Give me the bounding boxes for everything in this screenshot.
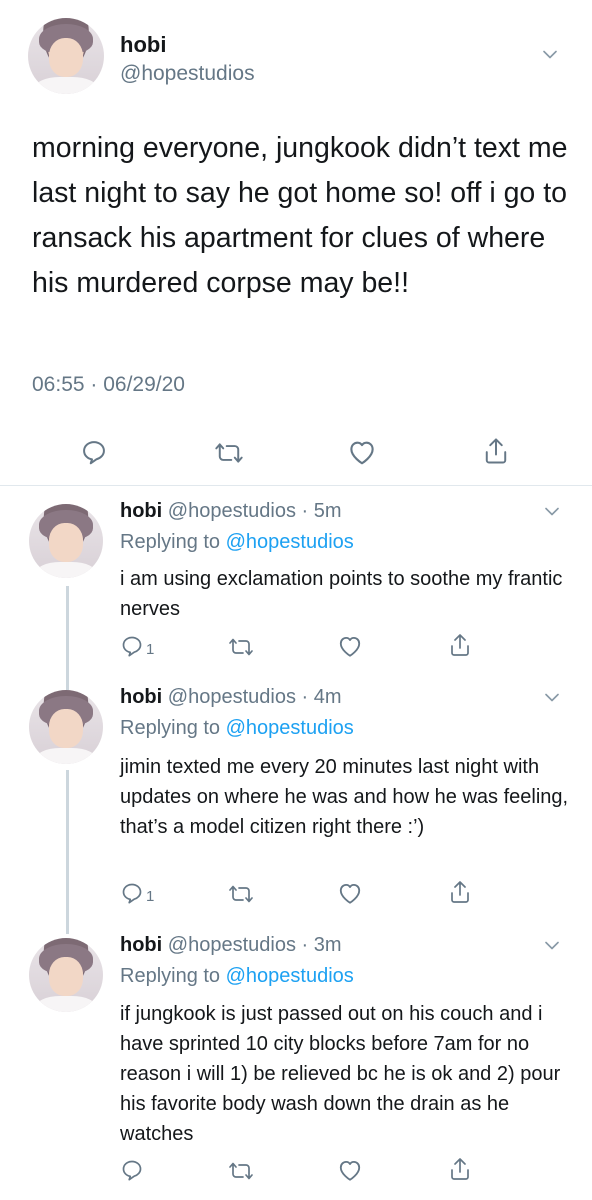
thread-line <box>66 586 69 690</box>
retweet-icon <box>229 1162 253 1180</box>
reply-text: jimin texted me every 20 minutes last ni… <box>120 756 569 838</box>
replying-prefix: Replying to <box>120 531 221 553</box>
replying-to: Replying to @hopestudios <box>120 531 354 554</box>
replying-prefix: Replying to <box>120 717 221 739</box>
divider <box>0 485 592 486</box>
reply-handle-time[interactable]: @hopestudios · 3m <box>168 934 342 956</box>
chevron-down-icon[interactable] <box>545 507 559 516</box>
replying-to: Replying to @hopestudios <box>120 717 354 740</box>
replying-to-link[interactable]: @hopestudios <box>226 717 354 739</box>
retweet-button[interactable] <box>214 440 244 466</box>
like-button[interactable] <box>347 438 377 466</box>
share-button[interactable] <box>448 1156 472 1182</box>
reply-author-name[interactable]: hobi <box>120 686 162 708</box>
chevron-down-icon[interactable] <box>545 941 559 950</box>
reply-text: if jungkook is just passed out on his co… <box>120 1003 561 1145</box>
share-icon <box>451 634 469 656</box>
reply-icon <box>122 636 142 657</box>
heart-icon <box>350 441 374 465</box>
retweet-icon <box>215 443 243 463</box>
reply-header[interactable]: hobi @hopestudios · 3m <box>120 934 342 957</box>
reply-header[interactable]: hobi @hopestudios · 4m <box>120 686 342 709</box>
reply-icon <box>122 1160 142 1181</box>
share-button[interactable] <box>482 436 510 466</box>
reply-handle-time[interactable]: @hopestudios · 5m <box>168 500 342 522</box>
main-tweet-timestamp[interactable]: 06:55 · 06/29/20 <box>32 373 185 397</box>
reply-button[interactable] <box>120 1158 146 1182</box>
chevron-down-icon[interactable] <box>543 50 557 59</box>
heart-icon <box>339 1160 361 1181</box>
reply-button[interactable]: 1 <box>120 634 154 658</box>
heart-icon <box>339 883 361 904</box>
reply-author-name[interactable]: hobi <box>120 934 162 956</box>
reply-header[interactable]: hobi @hopestudios · 5m <box>120 500 342 523</box>
main-tweet-text: morning everyone, jungkook didn’t text m… <box>32 132 568 299</box>
main-author-name[interactable]: hobi <box>120 32 166 58</box>
main-author-handle[interactable]: @hopestudios <box>120 62 255 86</box>
reply-icon <box>83 441 105 465</box>
like-button[interactable] <box>337 634 363 658</box>
share-icon <box>451 1158 469 1180</box>
retweet-button[interactable] <box>228 883 254 905</box>
retweet-button[interactable] <box>228 1160 254 1182</box>
retweet-icon <box>229 885 253 903</box>
heart-icon <box>339 636 361 657</box>
replying-prefix: Replying to <box>120 965 221 987</box>
reply-author-name[interactable]: hobi <box>120 500 162 522</box>
retweet-button[interactable] <box>228 636 254 658</box>
reply-avatar[interactable] <box>29 938 103 1012</box>
share-button[interactable] <box>448 632 472 658</box>
share-button[interactable] <box>448 879 472 905</box>
reply-count: 1 <box>146 640 155 658</box>
reply-icon <box>122 883 142 904</box>
thread-line <box>66 770 69 934</box>
replying-to-link[interactable]: @hopestudios <box>226 965 354 987</box>
like-button[interactable] <box>337 881 363 905</box>
reply-avatar[interactable] <box>29 690 103 764</box>
reply-count: 1 <box>146 887 155 905</box>
reply-avatar[interactable] <box>29 504 103 578</box>
reply-button[interactable]: 1 <box>120 881 154 905</box>
main-avatar[interactable] <box>28 18 104 94</box>
share-icon <box>451 881 469 903</box>
chevron-down-icon[interactable] <box>545 693 559 702</box>
reply-handle-time[interactable]: @hopestudios · 4m <box>168 686 342 708</box>
replying-to-link[interactable]: @hopestudios <box>226 531 354 553</box>
retweet-icon <box>229 638 253 656</box>
reply-text: i am using exclamation points to soothe … <box>120 568 563 620</box>
reply-button[interactable] <box>80 438 108 466</box>
like-button[interactable] <box>337 1158 363 1182</box>
share-icon <box>485 438 507 464</box>
replying-to: Replying to @hopestudios <box>120 965 354 988</box>
